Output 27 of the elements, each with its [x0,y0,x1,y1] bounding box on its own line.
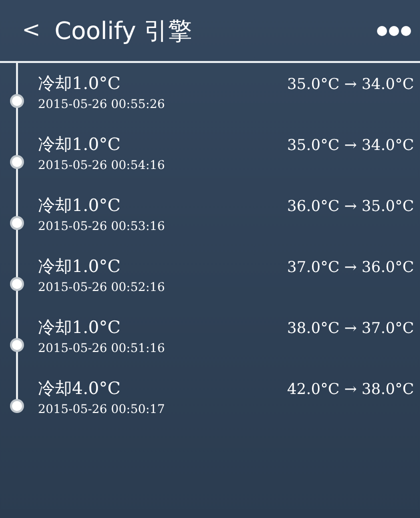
temperature-change: 37.0°C → 36.0°C [287,257,414,278]
timeline-dot [10,338,24,352]
entry-title: 冷却1.0°C [38,134,122,156]
entry-time: 2015-05-26 00:53:16 [38,218,166,235]
entry-title: 冷却4.0°C [38,378,122,400]
back-button[interactable]: < [16,18,46,43]
timeline-dot [10,94,24,108]
entry-time: 2015-05-26 00:50:17 [38,401,166,418]
temperature-change: 38.0°C → 37.0°C [287,318,414,339]
entry-title: 冷却1.0°C [38,73,122,95]
entry-time: 2015-05-26 00:52:16 [38,279,166,296]
more-icon[interactable] [376,24,412,36]
entry-title: 冷却1.0°C [38,195,122,217]
temperature-change: 42.0°C → 38.0°C [287,379,414,400]
entry-time: 2015-05-26 00:51:16 [38,340,166,357]
timeline-dot [10,277,24,291]
temperature-change: 35.0°C → 34.0°C [287,135,414,156]
timeline-dot [10,399,24,413]
temperature-change: 35.0°C → 34.0°C [287,74,414,95]
timeline-dot [10,216,24,230]
entry-title: 冷却1.0°C [38,256,122,278]
timeline-dot [10,155,24,169]
entry-time: 2015-05-26 00:55:26 [38,96,166,113]
entry-title: 冷却1.0°C [38,317,122,339]
temperature-change: 36.0°C → 35.0°C [287,196,414,217]
entry-time: 2015-05-26 00:54:16 [38,157,166,174]
window-title: Coolify 引擎 [54,16,193,46]
